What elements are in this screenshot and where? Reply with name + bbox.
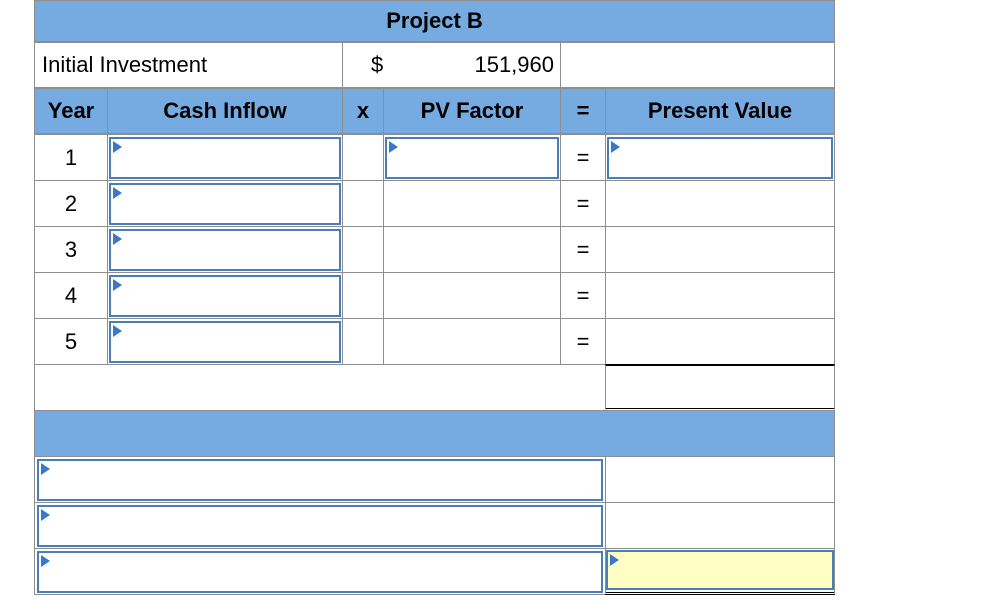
- pv-factor-cell: [383, 318, 561, 365]
- present-value-cell: [605, 318, 835, 365]
- header-year: Year: [34, 88, 108, 134]
- bottom-row-3-label-input[interactable]: [37, 551, 603, 593]
- net-present-value-input[interactable]: [606, 550, 834, 590]
- present-value-cell: [605, 272, 835, 319]
- investment-empty-cell: [560, 42, 835, 88]
- year-cell: 1: [34, 134, 108, 181]
- year-cell: 2: [34, 180, 108, 227]
- present-value-input[interactable]: [607, 137, 833, 179]
- present-value-cell: [605, 226, 835, 273]
- initial-investment-amount: 151,960: [474, 52, 554, 77]
- multiply-cell: [342, 226, 384, 273]
- cash-inflow-input[interactable]: [109, 275, 341, 317]
- project-title: Project B: [34, 0, 835, 42]
- bottom-row-3-cell: [34, 548, 606, 595]
- equals-sign: =: [560, 180, 606, 227]
- bottom-row-2-label-input[interactable]: [37, 505, 603, 547]
- cash-inflow-cell: [107, 134, 343, 181]
- dropdown-flag-icon: [41, 463, 50, 475]
- multiply-cell: [342, 272, 384, 319]
- pv-factor-cell: [383, 134, 561, 181]
- bottom-row-1-label-input[interactable]: [37, 459, 603, 501]
- equals-sign: =: [560, 226, 606, 273]
- header-equals: =: [560, 88, 606, 134]
- cash-inflow-input[interactable]: [109, 229, 341, 271]
- cash-inflow-input[interactable]: [109, 321, 341, 363]
- pv-factor-input[interactable]: [385, 137, 559, 179]
- initial-investment-label: Initial Investment: [34, 42, 343, 88]
- cash-inflow-cell: [107, 180, 343, 227]
- dropdown-flag-icon: [113, 141, 122, 153]
- multiply-cell: [342, 318, 384, 365]
- multiply-cell: [342, 134, 384, 181]
- header-present-value: Present Value: [605, 88, 835, 134]
- dropdown-flag-icon: [611, 141, 620, 153]
- bottom-row-2-cell: [34, 502, 606, 549]
- header-pv-factor: PV Factor: [383, 88, 561, 134]
- pv-factor-cell: [383, 272, 561, 319]
- dropdown-flag-icon: [113, 325, 122, 337]
- dropdown-flag-icon: [41, 555, 50, 567]
- bottom-row-1-value-cell: [605, 456, 835, 503]
- year-cell: 3: [34, 226, 108, 273]
- dropdown-flag-icon: [113, 233, 122, 245]
- bottom-row-2-value-cell: [605, 502, 835, 549]
- header-multiply: x: [342, 88, 384, 134]
- cash-inflow-input[interactable]: [109, 137, 341, 179]
- bottom-row-3-value-cell: [605, 548, 835, 595]
- header-cash-inflow: Cash Inflow: [107, 88, 343, 134]
- multiply-cell: [342, 180, 384, 227]
- dropdown-flag-icon: [610, 554, 619, 566]
- total-label-cell: [34, 364, 606, 411]
- equals-sign: =: [560, 134, 606, 181]
- total-present-value-cell: [605, 364, 835, 411]
- dropdown-flag-icon: [41, 509, 50, 521]
- year-cell: 4: [34, 272, 108, 319]
- pv-factor-cell: [383, 226, 561, 273]
- cash-inflow-input[interactable]: [109, 183, 341, 225]
- present-value-cell: [605, 180, 835, 227]
- section-header-row: [34, 410, 835, 457]
- initial-investment-cell: $ 151,960: [342, 42, 561, 88]
- present-value-cell: [605, 134, 835, 181]
- currency-symbol: $: [371, 52, 384, 77]
- equals-sign: =: [560, 272, 606, 319]
- dropdown-flag-icon: [389, 141, 398, 153]
- cash-inflow-cell: [107, 226, 343, 273]
- bottom-row-1-cell: [34, 456, 606, 503]
- year-cell: 5: [34, 318, 108, 365]
- cash-inflow-cell: [107, 318, 343, 365]
- dropdown-flag-icon: [113, 187, 122, 199]
- pv-factor-cell: [383, 180, 561, 227]
- dropdown-flag-icon: [113, 279, 122, 291]
- cash-inflow-cell: [107, 272, 343, 319]
- equals-sign: =: [560, 318, 606, 365]
